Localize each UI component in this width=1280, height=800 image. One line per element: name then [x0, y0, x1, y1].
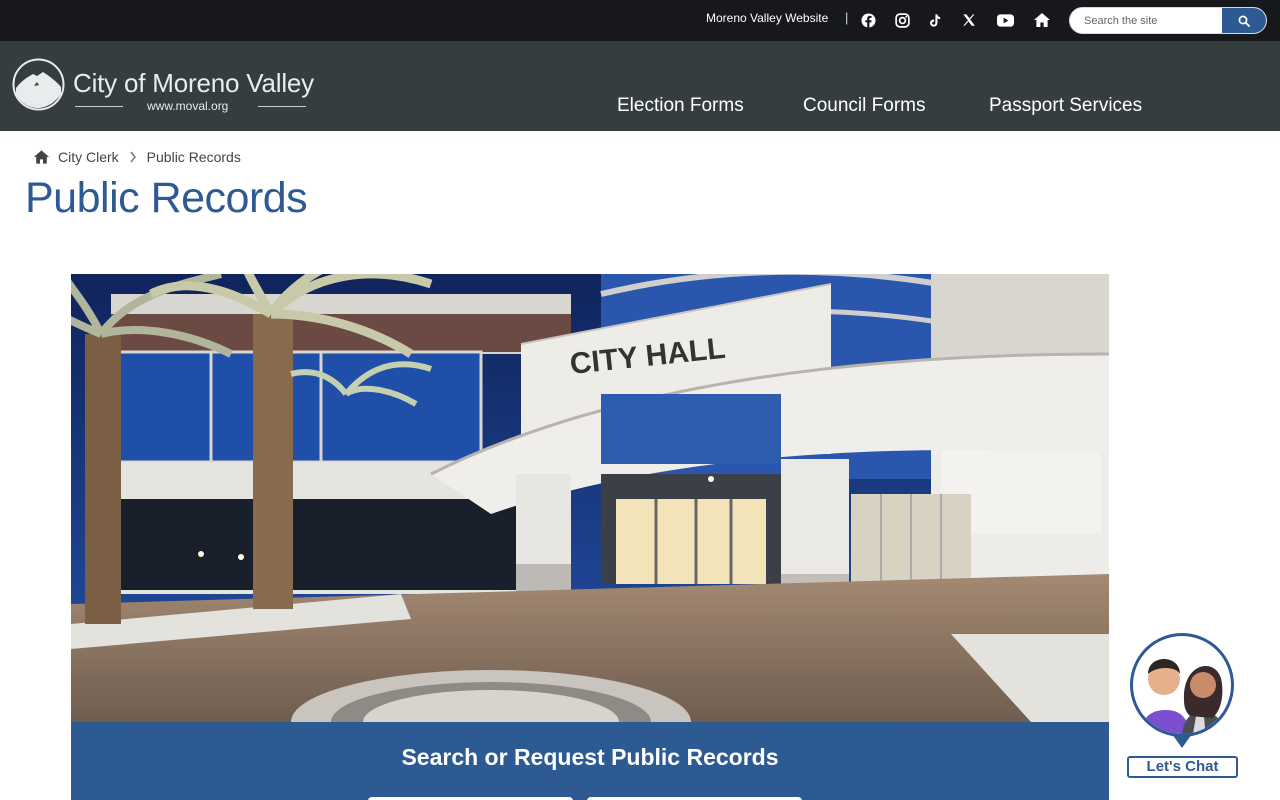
- site-search: [1069, 7, 1267, 34]
- breadcrumb: City Clerk Public Records: [33, 148, 241, 166]
- lets-chat-label: Let's Chat: [1127, 756, 1238, 778]
- nav-council-forms[interactable]: Council Forms: [803, 95, 925, 117]
- banner-heading: Search or Request Public Records: [401, 744, 779, 770]
- chat-widget[interactable]: Let's Chat: [1126, 630, 1240, 780]
- youtube-icon[interactable]: [995, 10, 1015, 30]
- facebook-icon[interactable]: [858, 10, 878, 30]
- x-icon[interactable]: [959, 10, 979, 30]
- nav-passport-services[interactable]: Passport Services: [989, 95, 1142, 117]
- tiktok-icon[interactable]: [925, 10, 945, 30]
- page-title: Public Records: [25, 174, 308, 222]
- logo-name: City of Moreno Valley: [73, 68, 314, 98]
- top-utility-bar: Moreno Valley Website |: [0, 0, 1280, 41]
- search-icon: [1238, 15, 1250, 27]
- city-hall-photo: CITY HALL: [71, 274, 1109, 722]
- chat-avatars-icon: [1130, 633, 1234, 748]
- breadcrumb-current: Public Records: [146, 149, 241, 165]
- mountain-logo-icon: [12, 58, 65, 111]
- breadcrumb-home-icon[interactable]: [33, 149, 50, 165]
- search-input[interactable]: [1070, 8, 1224, 33]
- site-header: City of Moreno Valley www.moval.org Elec…: [0, 41, 1280, 131]
- search-button[interactable]: [1222, 8, 1266, 33]
- separator: |: [845, 10, 849, 25]
- moreno-valley-website-link[interactable]: Moreno Valley Website: [706, 11, 828, 25]
- logo-divider-left: [75, 106, 123, 107]
- instagram-icon[interactable]: [892, 10, 912, 30]
- city-logo[interactable]: City of Moreno Valley www.moval.org: [12, 58, 314, 118]
- logo-divider-right: [258, 106, 306, 107]
- logo-url: www.moval.org: [147, 99, 229, 113]
- nav-election-forms[interactable]: Election Forms: [617, 95, 744, 117]
- public-records-banner: Search or Request Public Records: [71, 722, 1109, 800]
- breadcrumb-city-clerk[interactable]: City Clerk: [58, 149, 119, 165]
- chevron-right-icon: [130, 151, 136, 163]
- home-icon[interactable]: [1032, 10, 1052, 30]
